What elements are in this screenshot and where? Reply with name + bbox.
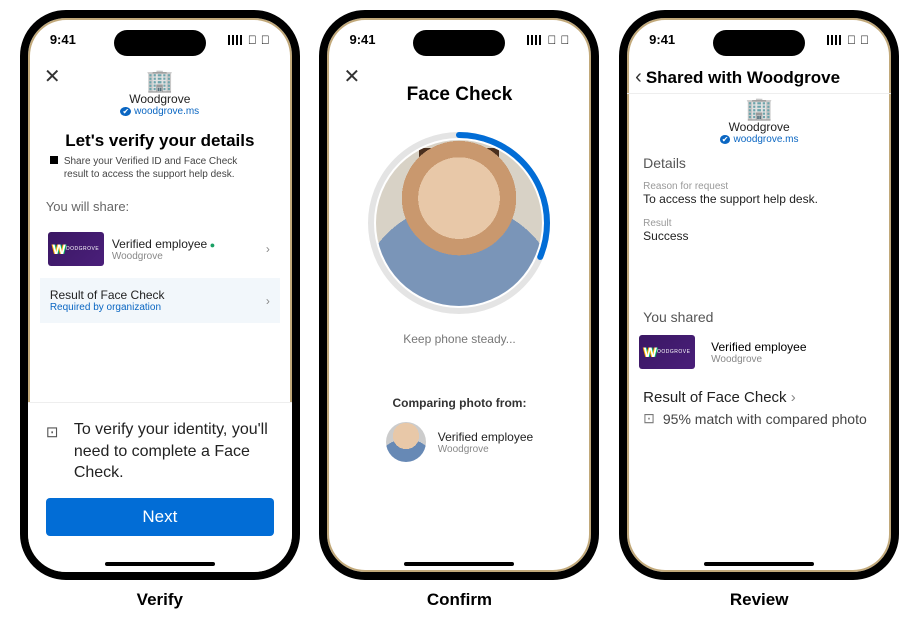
building-icon: 🏢 [28,70,292,92]
status-time: 9:41 [649,32,675,47]
face-check-title: Result of Face Check [50,288,270,302]
details-label: Details [627,145,891,175]
shared-card[interactable]: Verified employee Woodgrove [627,329,891,375]
review-title: Shared with Woodgrove [646,68,840,88]
result-label: Result [627,212,891,229]
phone-review: 9:41 􀙇 􀛨 ‹ Shared with Woodgrove 🏢 Woodg… [619,10,899,580]
status-time: 9:41 [50,32,76,47]
confirm-content: Face Check Keep phone steady... Comparin… [327,58,591,572]
battery-icon: 􀛨 [860,34,869,46]
verify-subtext: Share your Verified ID and Face Check re… [28,151,292,181]
card-issuer: Woodgrove [112,251,215,262]
review-header: ‹ Shared with Woodgrove [627,58,891,94]
review-column: 9:41 􀙇 􀛨 ‹ Shared with Woodgrove 🏢 Woodg… [619,10,899,610]
verify-caption: Verify [137,590,183,610]
signal-icon [827,35,843,45]
reason-value: To access the support help desk. [627,192,891,212]
result-title: Result of Face Check [643,389,875,406]
card-text: Verified employee Woodgrove [112,237,215,262]
dynamic-island [413,30,505,56]
steady-text: Keep phone steady... [327,332,591,346]
face-progress-ring [364,128,554,318]
org-name: Woodgrove [28,92,292,106]
result-body: 95% match with compared photo [663,410,867,428]
org-domain: woodgrove.ms [28,106,292,117]
chevron-right-icon: › [266,242,270,256]
verify-heading: Let's verify your details [28,131,292,151]
wifi-icon: 􀙇 [847,34,856,46]
signal-icon [527,35,543,45]
compare-card: Verified employee Woodgrove [327,422,591,462]
face-icon: ⊡ [643,410,655,427]
reason-label: Reason for request [627,175,891,192]
comparing-label: Comparing photo from: [327,396,591,410]
face-check-row[interactable]: Result of Face Check Required by organiz… [40,278,280,323]
org-logo-block: 🏢 Woodgrove woodgrove.ms [627,98,891,145]
share-label: You will share: [28,181,292,220]
face-check-title: Face Check [327,84,591,106]
confirm-column: 9:41 􀙇 􀛨 ✕ Face Check Keep phone steady.… [319,10,599,610]
bottom-text: To verify your identity, you'll need to … [46,419,274,484]
org-name: Woodgrove [627,120,891,134]
bottom-sheet: To verify your identity, you'll need to … [28,402,292,572]
home-indicator[interactable] [105,562,215,566]
battery-icon: 􀛨 [560,34,569,46]
compare-title: Verified employee [438,430,533,444]
woodgrove-badge-icon [639,335,695,369]
face-check-result[interactable]: Result of Face Check ⊡ 95% match with co… [627,375,891,428]
status-indicators: 􀙇 􀛨 [228,34,270,46]
org-domain: woodgrove.ms [627,134,891,145]
status-indicators: 􀙇 􀛨 [527,34,569,46]
verify-content: 🏢 Woodgrove woodgrove.ms Let's verify yo… [28,58,292,572]
next-button[interactable]: Next [46,498,274,536]
verified-id-card[interactable]: Verified employee Woodgrove › [40,224,280,274]
confirm-caption: Confirm [427,590,492,610]
shared-issuer: Woodgrove [711,354,806,365]
status-time: 9:41 [349,32,375,47]
dynamic-island [713,30,805,56]
phone-confirm: 9:41 􀙇 􀛨 ✕ Face Check Keep phone steady.… [319,10,599,580]
status-indicators: 􀙇 􀛨 [827,34,869,46]
review-caption: Review [730,590,789,610]
card-title: Verified employee [112,237,215,251]
result-value: Success [627,229,891,249]
shared-title: Verified employee [711,340,806,354]
woodgrove-badge-icon [48,232,104,266]
home-indicator[interactable] [404,562,514,566]
review-content: ‹ Shared with Woodgrove 🏢 Woodgrove wood… [627,58,891,572]
phone-verify: 9:41 􀙇 􀛨 ✕ 🏢 Woodgrove woodgrove.ms Let'… [20,10,300,580]
signal-icon [228,35,244,45]
org-logo-block: 🏢 Woodgrove woodgrove.ms [28,70,292,117]
verify-column: 9:41 􀙇 􀛨 ✕ 🏢 Woodgrove woodgrove.ms Let'… [20,10,300,610]
dynamic-island [114,30,206,56]
reference-photo-icon [386,422,426,462]
compare-issuer: Woodgrove [438,444,533,455]
back-icon[interactable]: ‹ [635,66,642,89]
building-icon: 🏢 [627,98,891,120]
wifi-icon: 􀙇 [248,34,257,46]
shared-label: You shared [627,299,891,329]
wifi-icon: 􀙇 [547,34,556,46]
chevron-right-icon: › [266,294,270,308]
face-photo [376,140,542,306]
battery-icon: 􀛨 [261,34,270,46]
face-check-sub: Required by organization [50,302,270,313]
home-indicator[interactable] [704,562,814,566]
